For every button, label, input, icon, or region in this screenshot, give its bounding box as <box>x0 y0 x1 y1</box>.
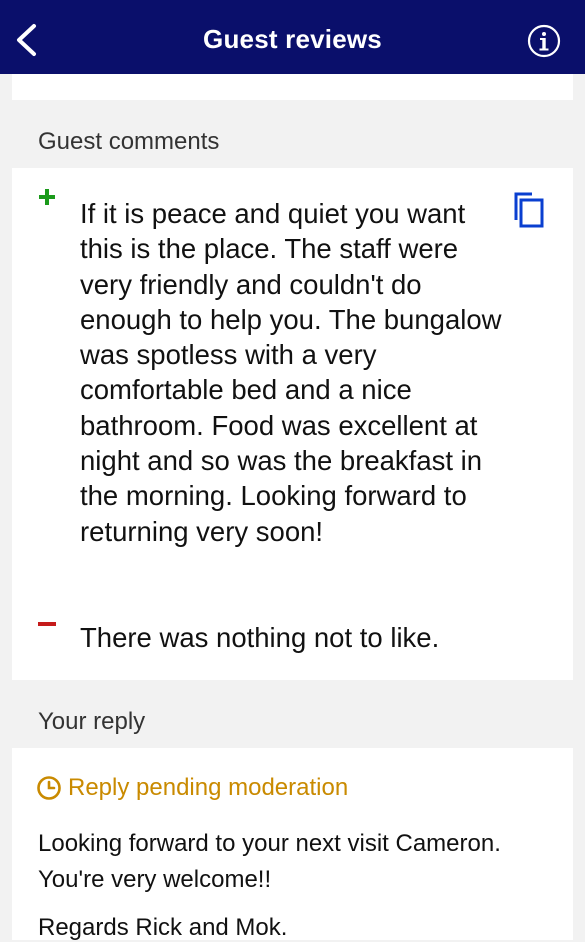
your-reply-label: Your reply <box>38 708 146 735</box>
positive-comment: If it is peace and quiet you want this i… <box>80 198 502 547</box>
reply-status: Reply pending moderation <box>36 774 348 802</box>
clock-icon <box>37 776 61 800</box>
reply-text-line-3: Regards Rick and Mok. <box>38 914 288 941</box>
copy-button[interactable] <box>512 190 546 230</box>
reply-text-line-1: Looking forward to your next visit Camer… <box>38 830 501 857</box>
guest-comments-label: Guest comments <box>38 128 220 155</box>
reply-card: Reply pending moderation Looking forward… <box>12 748 573 941</box>
info-circle-icon <box>527 24 561 58</box>
app-header: Guest reviews <box>0 0 585 74</box>
negative-comment: There was nothing not to like. <box>80 622 440 653</box>
info-button[interactable] <box>527 24 561 58</box>
page-title: Guest reviews <box>203 24 382 54</box>
minus-icon <box>38 622 56 626</box>
reply-text-line-2: You're very welcome!! <box>38 866 272 893</box>
review-card: If it is peace and quiet you want this i… <box>12 168 573 680</box>
previous-card-edge <box>12 74 573 100</box>
copy-icon <box>514 192 544 228</box>
plus-icon <box>38 188 56 206</box>
reply-status-text: Reply pending moderation <box>68 774 349 801</box>
